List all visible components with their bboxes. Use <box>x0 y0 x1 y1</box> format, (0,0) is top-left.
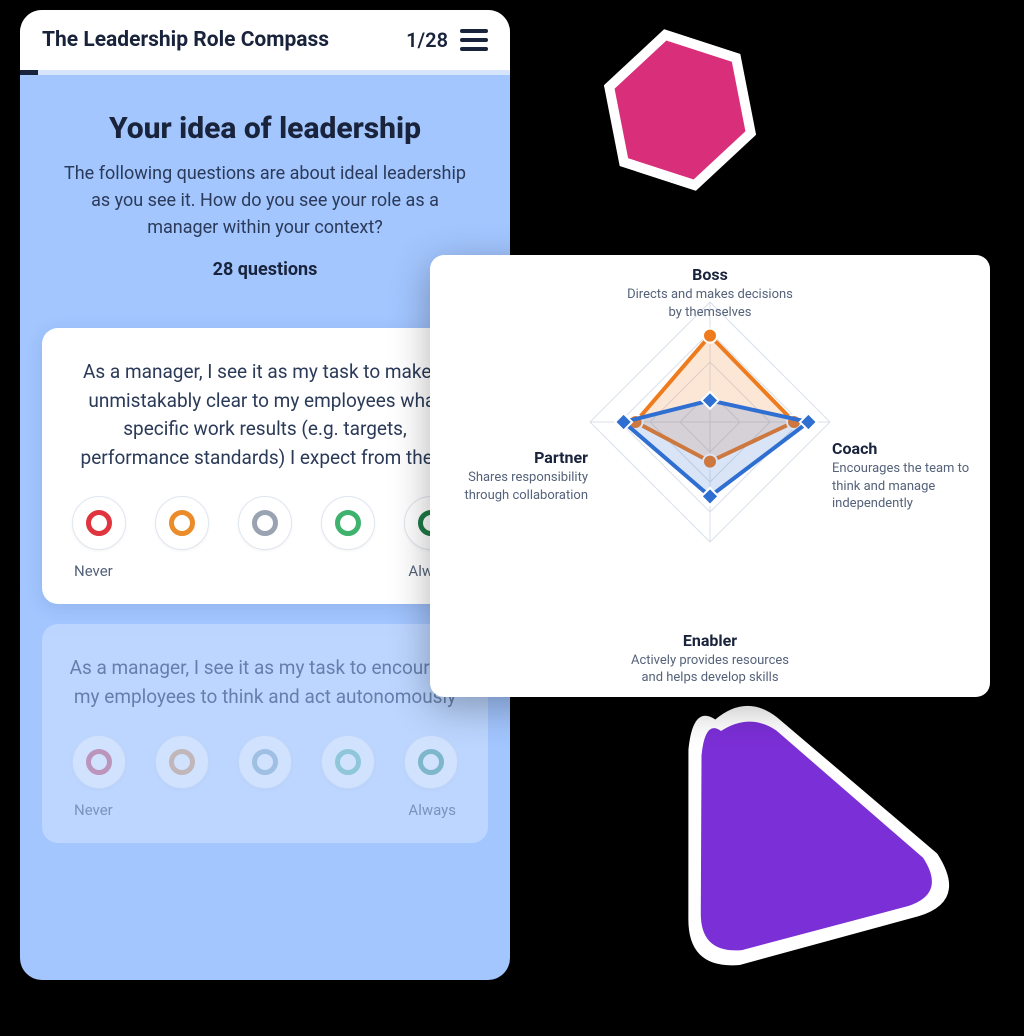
scale-min-label: Never <box>74 801 113 819</box>
likert-option-2[interactable] <box>155 735 209 789</box>
axis-desc: Shares responsibility through collaborat… <box>438 469 588 504</box>
scale-max-label: Always <box>408 801 456 819</box>
question-card: As a manager, I see it as my task to mak… <box>42 328 488 604</box>
likert-option-5[interactable] <box>404 735 458 789</box>
likert-option-3[interactable] <box>238 735 292 789</box>
decor-triangle <box>603 668 998 1032</box>
radar-chart-card: Boss Directs and makes decisions by them… <box>430 255 990 697</box>
axis-label-coach: Coach Encourages the team to think and m… <box>832 439 982 513</box>
question-text: As a manager, I see it as my task to enc… <box>68 654 462 711</box>
axis-title: Enabler <box>625 631 795 650</box>
axis-desc: Directs and makes decisions by themselve… <box>625 286 795 321</box>
axis-label-boss: Boss Directs and makes decisions by them… <box>625 265 795 321</box>
decor-hexagon <box>579 9 781 211</box>
axis-desc: Actively provides resources and helps de… <box>625 652 795 687</box>
likert-option-4[interactable] <box>321 496 375 550</box>
progress-counter: 1/28 <box>406 28 448 52</box>
likert-scale <box>68 496 462 550</box>
menu-icon[interactable] <box>460 29 488 51</box>
question-card-upcoming: As a manager, I see it as my task to enc… <box>42 624 488 843</box>
likert-option-4[interactable] <box>321 735 375 789</box>
axis-desc: Encourages the team to think and manage … <box>832 460 982 513</box>
question-count: 28 questions <box>54 259 476 280</box>
likert-option-1[interactable] <box>72 496 126 550</box>
survey-title: The Leadership Role Compass <box>42 28 394 52</box>
axis-label-enabler: Enabler Actively provides resources and … <box>625 631 795 687</box>
axis-title: Partner <box>438 448 588 467</box>
axis-title: Boss <box>625 265 795 284</box>
intro-heading: Your idea of leadership <box>54 111 476 146</box>
likert-option-1[interactable] <box>72 735 126 789</box>
axis-label-partner: Partner Shares responsibility through co… <box>438 448 588 504</box>
scale-min-label: Never <box>74 562 113 580</box>
likert-option-3[interactable] <box>238 496 292 550</box>
question-text: As a manager, I see it as my task to mak… <box>68 358 462 472</box>
survey-header: The Leadership Role Compass 1/28 <box>20 10 510 70</box>
likert-scale <box>68 735 462 789</box>
axis-title: Coach <box>832 439 982 458</box>
likert-option-2[interactable] <box>155 496 209 550</box>
intro-body: The following questions are about ideal … <box>54 160 476 241</box>
